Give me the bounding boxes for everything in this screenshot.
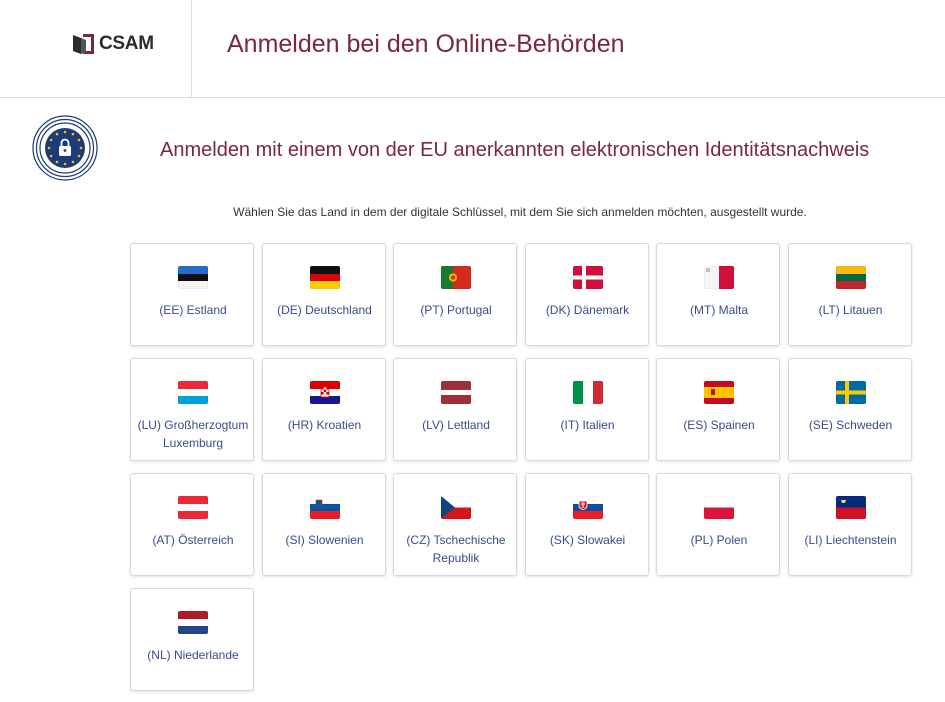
flag-dk-icon [572, 266, 603, 289]
flag-at-icon [178, 496, 208, 519]
country-label: (LU) Großherzogtum Luxemburg [137, 418, 249, 450]
flag-pl-icon [704, 496, 734, 519]
country-label: (LI) Liechtenstein [804, 533, 897, 547]
country-button-lv[interactable]: (LV) Lettland [393, 358, 517, 461]
flag-nl-icon [178, 611, 208, 634]
country-label: (SK) Slowakei [549, 533, 626, 547]
country-label: (PT) Portugal [420, 303, 492, 317]
csam-logo-icon [73, 34, 94, 54]
country-button-si[interactable]: (SI) Slowenien [261, 473, 386, 576]
country-label: (DE) Deutschland [277, 303, 372, 317]
country-button-es[interactable]: (ES) Spainen [656, 358, 780, 461]
country-button-de[interactable]: (DE) Deutschland [261, 243, 386, 346]
country-button-lt[interactable]: (LT) Litauen [787, 243, 912, 346]
panel-title: Anmelden mit einem von der EU anerkannte… [160, 139, 870, 161]
country-button-sk[interactable]: (SK) Slowakei [524, 473, 649, 576]
page-title: Anmelden bei den Online-Behörden [227, 30, 625, 58]
country-button-mt[interactable]: (MT) Malta [656, 243, 780, 346]
country-label: (LV) Lettland [422, 418, 490, 432]
country-button-lu[interactable]: (LU) Großherzogtum Luxemburg [130, 358, 254, 461]
logo-text: CSAM [99, 33, 154, 54]
flag-ee-icon [178, 266, 208, 289]
country-label: (NL) Niederlande [147, 648, 239, 662]
flag-se-icon [835, 381, 866, 404]
country-label: (MT) Malta [690, 303, 748, 317]
country-label: (LT) Litauen [818, 303, 883, 317]
country-button-cz[interactable]: (CZ) Tschechische Republik [393, 473, 517, 576]
country-label: (ES) Spainen [683, 418, 755, 432]
flag-hr-icon [309, 381, 340, 404]
flag-es-icon [704, 381, 734, 404]
eidas-lock-icon [32, 115, 98, 181]
country-button-at[interactable]: (AT) Österreich [130, 473, 254, 576]
flag-cz-icon [441, 496, 471, 519]
country-button-se[interactable]: (SE) Schweden [787, 358, 912, 461]
country-label: (PL) Polen [690, 533, 748, 547]
flag-lt-icon [835, 266, 866, 289]
country-button-nl[interactable]: (NL) Niederlande [130, 588, 254, 691]
country-button-hr[interactable]: (HR) Kroatien [261, 358, 386, 461]
flag-si-icon [309, 496, 340, 519]
country-label: (DK) Dänemark [545, 303, 630, 317]
flag-li-icon [835, 496, 866, 519]
instruction-text: Wählen Sie das Land in dem der digitale … [233, 205, 807, 219]
country-label: (SI) Slowenien [285, 533, 364, 547]
country-button-pt[interactable]: (PT) Portugal [393, 243, 517, 346]
flag-lv-icon [441, 381, 471, 404]
country-label: (EE) Estland [159, 303, 227, 317]
page-header: CSAM Anmelden bei den Online-Behörden [0, 0, 945, 98]
country-button-ee[interactable]: (EE) Estland [130, 243, 254, 346]
flag-it-icon [572, 381, 603, 404]
country-label: (IT) Italien [560, 418, 615, 432]
country-label: (HR) Kroatien [287, 418, 362, 432]
country-label: (SE) Schweden [808, 418, 893, 432]
flag-mt-icon [704, 266, 734, 289]
flag-lu-icon [178, 381, 208, 404]
country-button-dk[interactable]: (DK) Dänemark [524, 243, 649, 346]
country-button-it[interactable]: (IT) Italien [524, 358, 649, 461]
csam-logo[interactable]: CSAM [0, 0, 192, 98]
country-label: (CZ) Tschechische Republik [406, 533, 506, 565]
country-label: (AT) Österreich [152, 533, 234, 547]
country-button-li[interactable]: (LI) Liechtenstein [787, 473, 912, 576]
flag-de-icon [309, 266, 340, 289]
flag-pt-icon [441, 266, 471, 289]
country-button-pl[interactable]: (PL) Polen [656, 473, 780, 576]
flag-sk-icon [572, 496, 603, 519]
